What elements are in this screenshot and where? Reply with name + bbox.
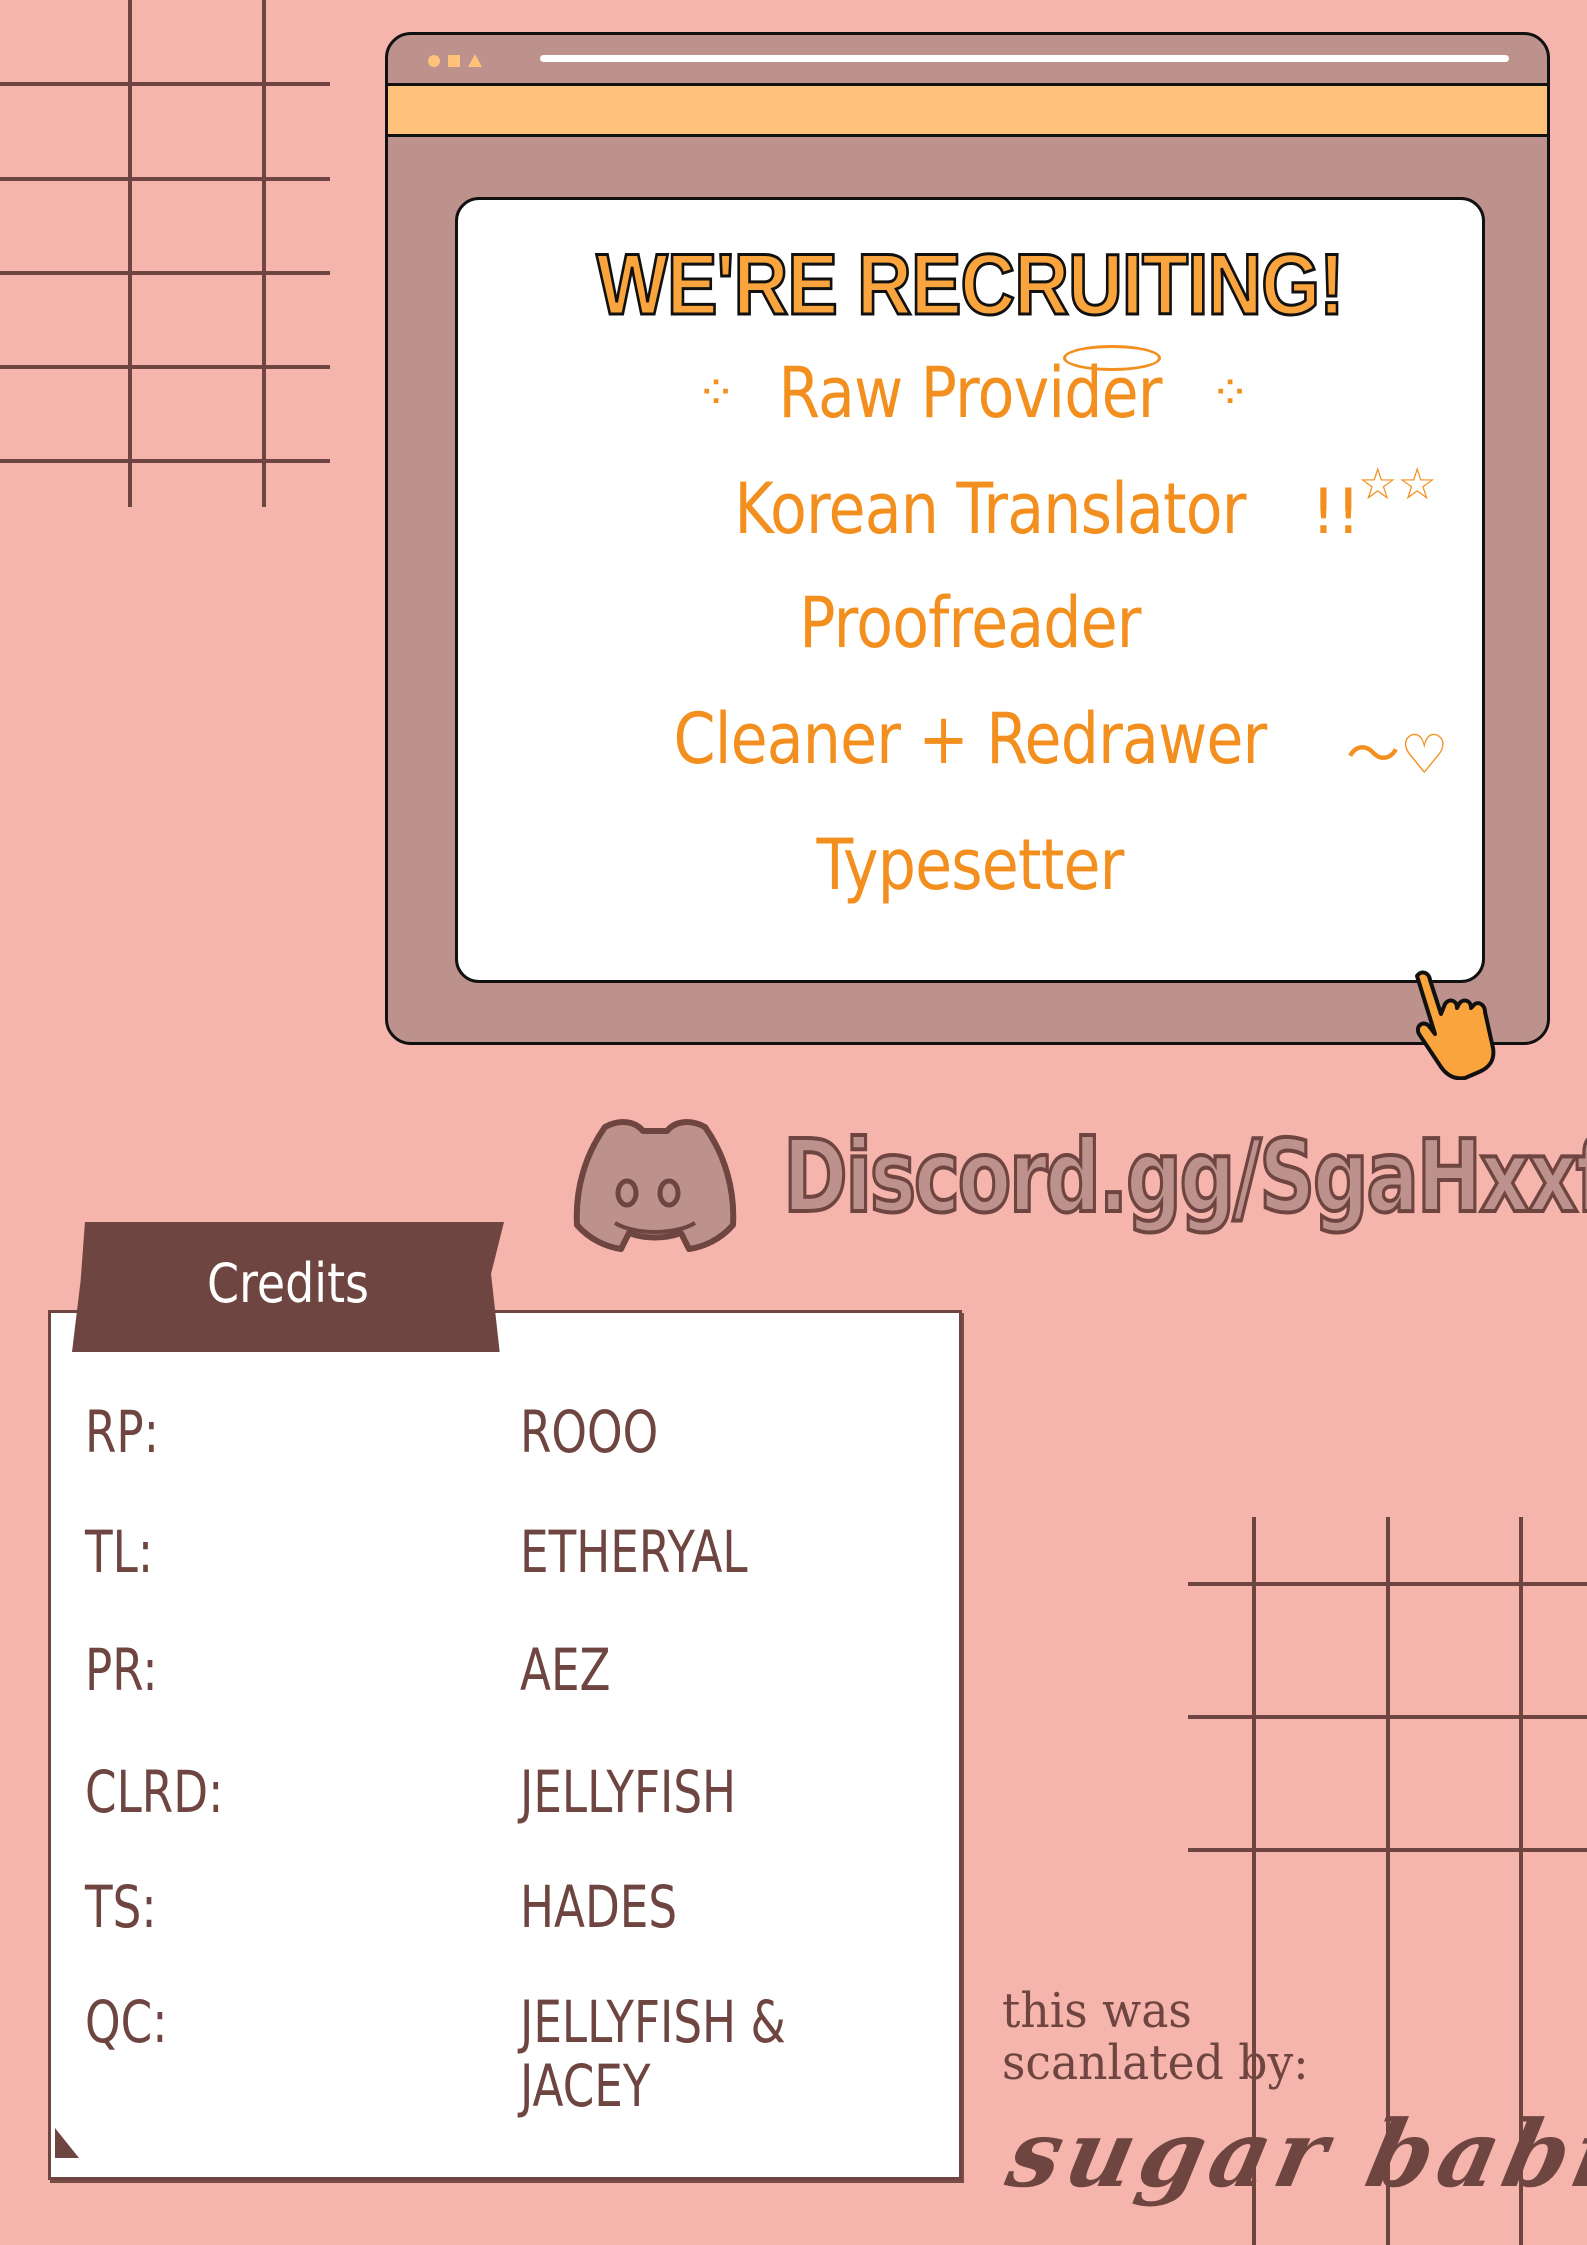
grid-line xyxy=(0,271,330,275)
pointer-hand-icon xyxy=(1415,970,1496,1080)
grid-line xyxy=(1188,1715,1587,1719)
credit-row: CLRD: JELLYFISH xyxy=(85,1760,945,1860)
scanlation-group-name: sugar babies xyxy=(998,2100,1587,2208)
grid-line xyxy=(0,82,330,86)
discord-icon[interactable] xyxy=(565,1115,745,1255)
recruiting-panel: WE'RE RECRUITING! ⁘ Raw Provider ⁘ Korea… xyxy=(455,197,1485,983)
address-bar xyxy=(540,55,1509,62)
credit-name: ROOO xyxy=(520,1398,659,1466)
grid-line xyxy=(0,365,330,369)
scanlated-by-label: this was scanlated by: xyxy=(1002,1985,1309,2089)
role-proofreader: Proofreader xyxy=(799,582,1141,664)
triangle-icon xyxy=(468,54,482,67)
credit-row: QC: JELLYFISH & JACEY xyxy=(85,1990,945,2130)
credit-name: JELLYFISH & JACEY xyxy=(520,1988,786,2120)
squiggle-heart-icon: 〜♡ xyxy=(1346,723,1449,786)
discord-invite-link[interactable]: Discord.gg/SgaHxxf xyxy=(781,1116,1587,1237)
credit-role: TS: xyxy=(85,1873,157,1941)
credit-name: JELLYFISH xyxy=(520,1758,737,1826)
credit-row: TL: ETHERYAL xyxy=(85,1520,945,1620)
scanlated-by-line-1: this was xyxy=(1002,1983,1192,2039)
circle-icon xyxy=(428,54,440,67)
recruiting-headline: WE'RE RECRUITING! xyxy=(595,236,1346,335)
role-cleaner-redrawer: Cleaner + Redrawer xyxy=(673,698,1268,780)
grid-line xyxy=(262,0,266,507)
recruiting-window: WE'RE RECRUITING! ⁘ Raw Provider ⁘ Korea… xyxy=(385,32,1550,1045)
credit-name: ETHERYAL xyxy=(520,1518,748,1586)
credit-role: PR: xyxy=(85,1636,158,1704)
credit-role: QC: xyxy=(85,1988,168,2056)
grid-line xyxy=(1188,1848,1587,1852)
grid-line xyxy=(128,0,132,507)
grid-line xyxy=(0,177,330,181)
role-korean-translator: Korean Translator xyxy=(734,468,1246,550)
credit-role: TL: xyxy=(85,1518,154,1586)
credit-name: AEZ xyxy=(520,1636,611,1704)
credit-row: TS: HADES xyxy=(85,1875,945,1975)
sparkle-right-icon: ⁘ xyxy=(1210,365,1251,421)
square-icon xyxy=(448,54,460,67)
stars-icon: ☆☆ xyxy=(1358,459,1437,510)
window-toolbar xyxy=(388,83,1547,137)
grid-line xyxy=(0,459,330,463)
role-raw-provider: Raw Provider xyxy=(778,352,1162,434)
credit-row: RP: ROOO xyxy=(85,1400,945,1500)
credit-name: HADES xyxy=(520,1873,678,1941)
credit-role: RP: xyxy=(85,1398,159,1466)
credits-title: Credits xyxy=(207,1252,369,1315)
scanlated-by-line-2: scanlated by: xyxy=(1002,2035,1309,2091)
window-controls xyxy=(428,54,482,67)
credit-row: PR: AEZ xyxy=(85,1638,945,1738)
credits-card-fold xyxy=(55,2128,79,2158)
grid-line xyxy=(1188,1582,1587,1586)
exclaim-icon: !! xyxy=(1311,475,1361,548)
credit-role: CLRD: xyxy=(85,1758,224,1826)
role-typesetter: Typesetter xyxy=(816,824,1124,906)
window-titlebar xyxy=(388,35,1547,85)
